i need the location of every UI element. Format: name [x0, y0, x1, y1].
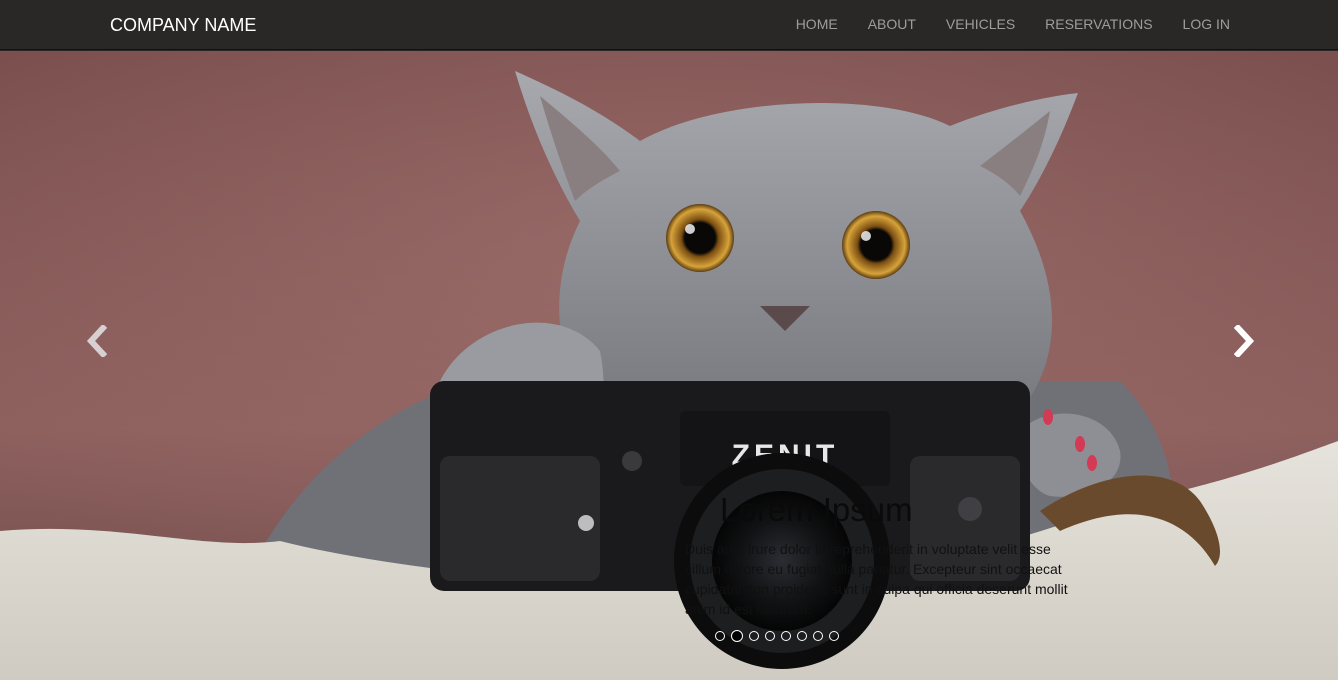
caption-title: Lorem Ipsum — [720, 491, 913, 528]
nav-link-vehicles[interactable]: VEHICLES — [946, 16, 1015, 32]
nav-item-about: ABOUT — [868, 16, 916, 34]
nav-menu: HOME ABOUT VEHICLES RESERVATIONS LOG IN — [766, 0, 1230, 50]
carousel-indicators — [715, 630, 841, 642]
nav-item-login: LOG IN — [1183, 16, 1230, 34]
carousel-prev-button[interactable] — [76, 321, 116, 361]
carousel-indicator-dot[interactable] — [731, 630, 743, 642]
carousel-indicator-dot[interactable] — [797, 631, 807, 641]
chevron-right-icon — [1234, 325, 1255, 357]
carousel-indicator-dot[interactable] — [749, 631, 759, 641]
navbar: COMPANY NAME HOME ABOUT VEHICLES RESERVA… — [0, 0, 1338, 50]
carousel-indicator-dot[interactable] — [829, 631, 839, 641]
nav-item-reservations: RESERVATIONS — [1045, 16, 1152, 34]
nav-link-home[interactable]: HOME — [796, 16, 838, 32]
carousel-indicator-dot[interactable] — [781, 631, 791, 641]
carousel-indicator-dot[interactable] — [715, 631, 725, 641]
nav-link-reservations[interactable]: RESERVATIONS — [1045, 16, 1152, 32]
nav-link-about[interactable]: ABOUT — [868, 16, 916, 32]
caption-text: Duis aute irure dolor in reprehenderit i… — [685, 541, 1068, 617]
carousel-caption: Lorem Ipsum Duis aute irure dolor in rep… — [685, 491, 1075, 619]
nav-link-login[interactable]: LOG IN — [1183, 16, 1230, 32]
carousel: ZENIT Lorem Ipsum Duis aute irure dolor … — [0, 51, 1338, 680]
nav-item-home: HOME — [796, 16, 838, 34]
nav-item-vehicles: VEHICLES — [946, 16, 1015, 34]
carousel-next-button[interactable] — [1225, 321, 1265, 361]
carousel-indicator-dot[interactable] — [765, 631, 775, 641]
carousel-indicator-dot[interactable] — [813, 631, 823, 641]
brand-link[interactable]: COMPANY NAME — [110, 15, 256, 36]
slide-image: ZENIT — [0, 51, 1338, 680]
chevron-left-icon — [86, 325, 107, 357]
